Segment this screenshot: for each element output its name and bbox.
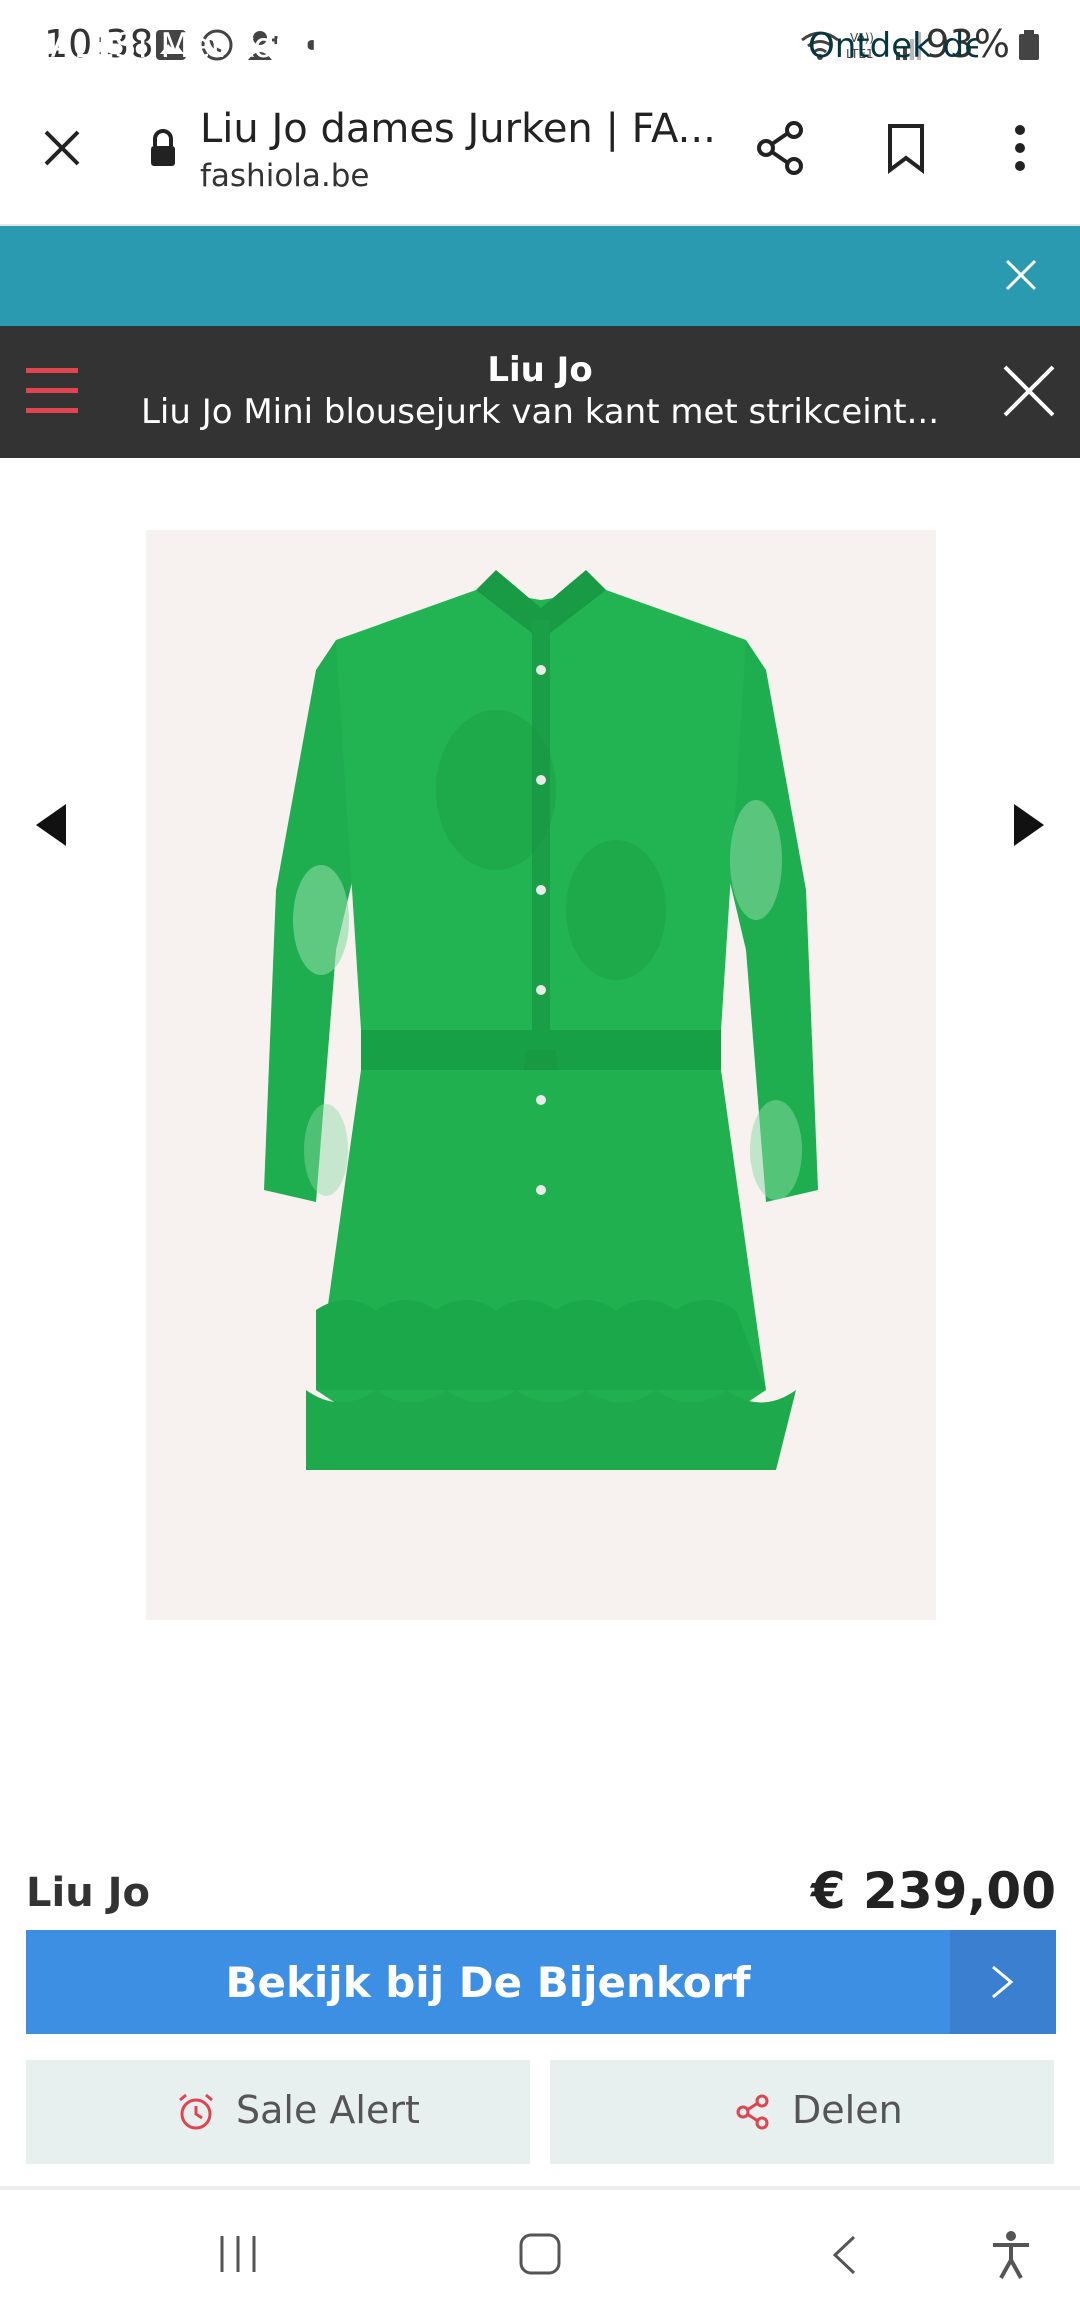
product-price: € 239,00 bbox=[810, 1862, 1056, 1920]
promo-banner[interactable] bbox=[0, 226, 1080, 326]
battery-icon bbox=[1019, 30, 1039, 60]
header-product-title: Liu Jo Mini blousejurk van kant met stri… bbox=[140, 392, 940, 432]
recent-apps-icon[interactable] bbox=[216, 2234, 260, 2274]
header-brand: Liu Jo bbox=[487, 350, 593, 390]
page-title[interactable]: Liu Jo dames Jurken | FA... bbox=[200, 106, 716, 152]
page-domain[interactable]: fashiola.be bbox=[200, 158, 370, 194]
home-icon[interactable] bbox=[518, 2232, 562, 2276]
chevron-right-icon bbox=[992, 1965, 1014, 1999]
brand-name[interactable]: Liu Jo bbox=[26, 1870, 150, 1916]
share-product-label: Delen bbox=[792, 2088, 903, 2132]
promo-close-icon[interactable] bbox=[1004, 258, 1038, 292]
more-vert-icon[interactable] bbox=[1006, 122, 1034, 174]
close-icon[interactable] bbox=[42, 128, 82, 168]
alarm-clock-icon bbox=[179, 2093, 213, 2130]
view-at-store-label: Bekijk bij De Bijenkorf bbox=[225, 1958, 751, 2007]
back-icon[interactable] bbox=[830, 2234, 858, 2276]
bookmark-icon[interactable] bbox=[884, 122, 928, 174]
share-icon[interactable] bbox=[756, 120, 806, 176]
accessibility-icon[interactable] bbox=[990, 2230, 1032, 2280]
share-small-icon bbox=[736, 2094, 769, 2130]
dress-illustration bbox=[264, 570, 818, 1470]
header-close-icon[interactable] bbox=[1002, 364, 1056, 418]
next-arrow-icon[interactable] bbox=[1012, 802, 1046, 848]
previous-arrow-icon[interactable] bbox=[34, 802, 68, 848]
lock-icon bbox=[151, 129, 175, 166]
promo-link[interactable]: Ontdek de bbox=[808, 26, 978, 66]
sale-alert-label: Sale Alert bbox=[236, 2088, 420, 2132]
product-image[interactable] bbox=[146, 530, 936, 1620]
promo-text: R SALES! Met kortingen tot -70% bbox=[0, 26, 554, 66]
